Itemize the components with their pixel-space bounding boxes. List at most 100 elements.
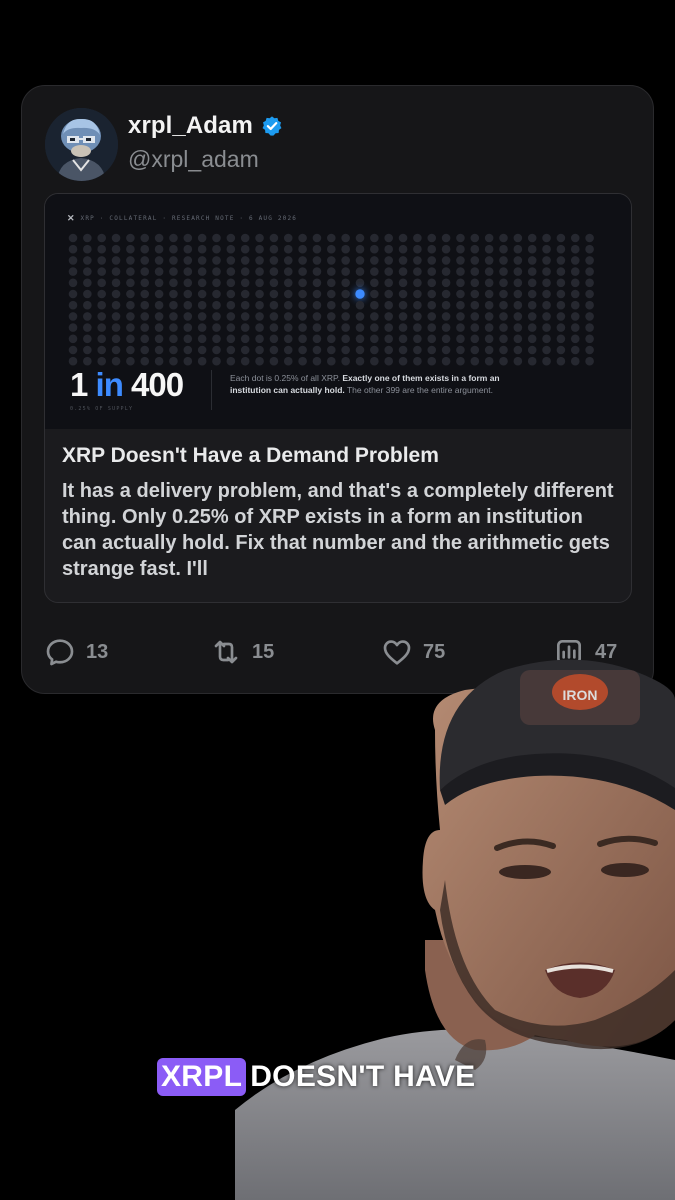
supply-dot [140,345,150,355]
supply-dot [126,300,135,310]
supply-dot [427,300,437,310]
supply-dot [283,300,293,310]
supply-dot [527,323,537,332]
big-stat: 1 in 400 [70,366,184,404]
article-headline[interactable]: XRP Doesn't Have a Demand Problem [62,444,439,468]
supply-dot [370,289,379,299]
supply-dot [384,334,394,344]
supply-dot [212,312,221,321]
supply-dot [97,289,106,299]
supply-dot [183,312,193,321]
supply-dot [126,356,135,366]
supply-dot [327,289,336,299]
supply-dot [197,233,207,243]
supply-dot [570,233,580,243]
supply-dot [441,312,451,321]
supply-dot [355,278,365,288]
supply-dot [197,244,207,254]
preview-meta-text: XRP · COLLATERAL · RESEARCH NOTE · 6 AUG… [80,215,298,222]
supply-dot [327,312,336,321]
supply-dot [456,334,465,344]
supply-dot [341,289,350,299]
avatar[interactable] [45,108,118,181]
supply-dot [427,289,437,299]
supply-dot [97,267,106,276]
supply-dot [111,312,121,321]
supply-dot [499,334,508,344]
supply-dot [183,356,193,366]
supply-dot [542,267,551,276]
supply-dot [68,334,78,344]
supply-dot [327,334,336,344]
supply-dot [68,278,78,288]
supply-dot [327,256,336,265]
supply-dot [499,267,508,276]
supply-dot [585,233,594,243]
article-snippet: It has a delivery problem, and that's a … [62,480,614,580]
supply-dot [154,278,164,288]
stat-desc-plain: Each dot is 0.25% of all XRP. [230,373,340,383]
supply-dot [269,278,279,288]
supply-dot [456,278,465,288]
supply-dot [398,312,408,321]
supply-dot [240,256,250,265]
supply-dot [327,323,336,332]
supply-dot [68,300,78,310]
supply-dot [298,267,307,276]
supply-dot [212,323,221,332]
supply-dot [226,233,236,243]
supply-dot [126,345,135,355]
supply-dot [240,278,250,288]
supply-dot [212,334,221,344]
supply-dot [470,244,480,254]
supply-dot [513,323,523,332]
supply-dot [441,278,451,288]
supply-dot [312,267,322,276]
supply-dot [212,356,221,366]
supply-dot [484,278,494,288]
supply-dot [83,334,92,344]
handle[interactable]: @xrpl_adam [128,146,259,173]
supply-dot [298,244,307,254]
supply-dot [513,244,523,254]
supply-dot [398,300,408,310]
supply-dot [341,267,350,276]
supply-dot [312,244,322,254]
supply-dot [197,345,207,355]
supply-dot [269,312,279,321]
supply-dot [140,267,150,276]
supply-dot [83,345,92,355]
supply-dot [341,233,350,243]
supply-dot [398,345,408,355]
supply-dot [183,289,193,299]
supply-dot [154,256,164,265]
supply-dot [255,334,264,344]
supply-dot [384,278,394,288]
reply-button[interactable]: 13 [44,636,108,668]
supply-dot [570,323,580,332]
supply-dot [484,267,494,276]
supply-dot [269,267,279,276]
supply-dot [269,334,279,344]
supply-dot [570,312,580,321]
supply-dot [413,356,422,366]
supply-dot [68,312,78,321]
supply-dot [327,267,336,276]
supply-dot [269,300,279,310]
supply-dot [240,233,250,243]
supply-dot [398,334,408,344]
post-card[interactable]: xrpl_Adam @xrpl_adam ✕ XRP · COLLATERAL … [21,85,654,694]
supply-dot [413,289,422,299]
supply-dot [355,334,365,344]
supply-dot [413,300,422,310]
supply-dot [441,256,451,265]
supply-dot [140,323,150,332]
display-name[interactable]: xrpl_Adam [128,112,253,140]
link-preview-card[interactable]: ✕ XRP · COLLATERAL · RESEARCH NOTE · 6 A… [44,193,632,603]
supply-dot [298,334,307,344]
supply-dot [570,334,580,344]
supply-dot [370,356,379,366]
supply-dot [97,278,106,288]
supply-dot [355,345,365,355]
supply-dot [556,356,566,366]
